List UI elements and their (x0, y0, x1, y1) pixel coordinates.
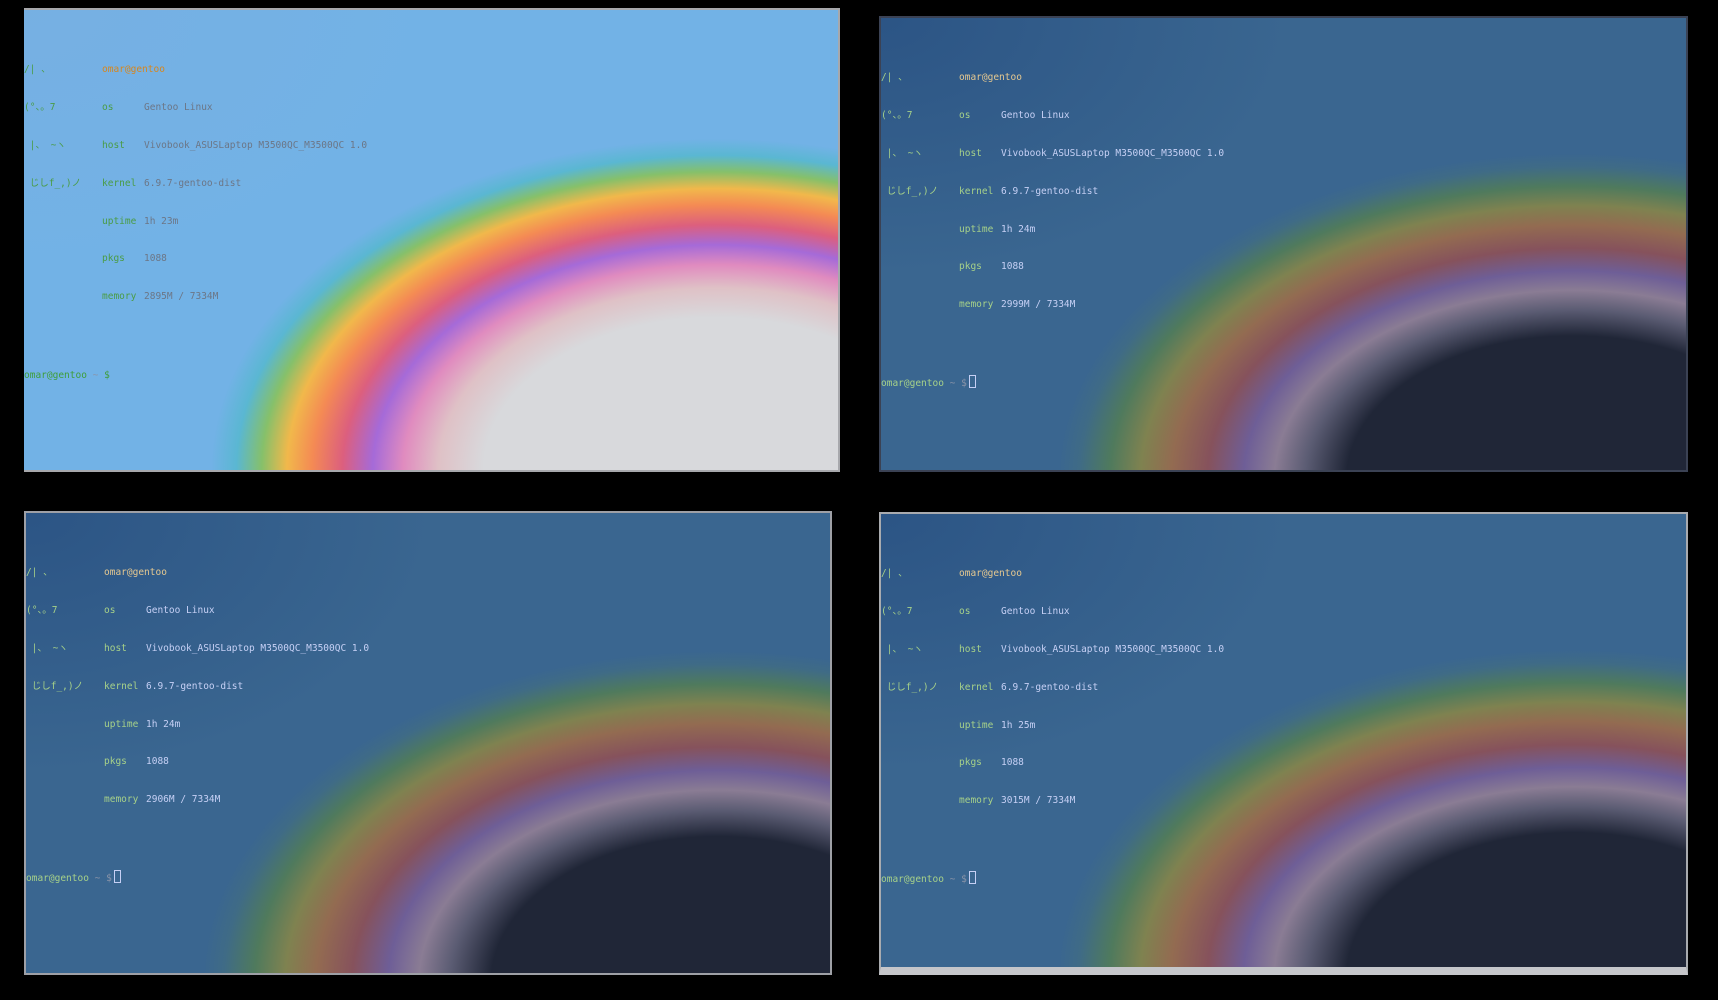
system-info: omar@gentoo os Gentoo Linux host Vivobook_… (104, 542, 369, 832)
info-row-os: os Gentoo Linux (959, 606, 1070, 618)
info-row-uptime: uptime 1h 24m (104, 718, 181, 730)
system-info: omar@gentoo os Gentoo Linux host Vivobook_… (959, 543, 1224, 833)
cursor-block (112, 367, 119, 380)
info-row-uptime: uptime 1h 23m (102, 215, 179, 227)
shell-prompt[interactable]: omar@gentoo ~ $ (26, 869, 369, 886)
terminal-output: /| 、 (°、。7 |、 ~ヽ じしf_,)ノ omar@gentoo os G… (26, 517, 369, 910)
info-row-host: host Vivobook_ASUSLaptop M3500QC_M3500QC … (102, 139, 368, 151)
gentoo-cat-ascii-logo: /| 、 (°、。7 |、 ~ヽ じしf_,)ノ (881, 72, 939, 197)
terminal-window-4[interactable]: /| 、 (°、。7 |、 ~ヽ じしf_,)ノ omar@gentoo os G… (879, 512, 1688, 975)
info-row-os: os Gentoo Linux (102, 102, 213, 114)
cursor-block (968, 374, 976, 388)
info-row-pkgs: pkgs 1088 (959, 261, 1024, 273)
terminal-output: /| 、 (°、。7 |、 ~ヽ じしf_,)ノ omar@gentoo os G… (24, 14, 367, 407)
terminal-window-1[interactable]: /| 、 (°、。7 |、 ~ヽ じしf_,)ノ omar@gentoo os G… (24, 8, 840, 472)
shell-prompt[interactable]: omar@gentoo ~ $ (881, 870, 1224, 887)
info-row-kernel: kernel 6.9.7-gentoo-dist (959, 681, 1099, 693)
cursor-block (968, 870, 976, 884)
shell-prompt[interactable]: omar@gentoo ~ $ (24, 367, 367, 383)
system-info: omar@gentoo os Gentoo Linux host Vivobook_… (959, 47, 1224, 337)
info-row-memory: memory 3015M / 7334M (959, 795, 1076, 807)
user-host-label: omar@gentoo (104, 567, 167, 579)
info-row-os: os Gentoo Linux (104, 605, 215, 617)
terminal-output: /| 、 (°、。7 |、 ~ヽ じしf_,)ノ omar@gentoo os G… (881, 518, 1224, 911)
shell-prompt[interactable]: omar@gentoo ~ $ (881, 374, 1224, 391)
info-row-uptime: uptime 1h 25m (959, 719, 1036, 731)
gentoo-cat-ascii-logo: /| 、 (°、。7 |、 ~ヽ じしf_,)ノ (24, 64, 82, 189)
user-host-label: omar@gentoo (959, 72, 1022, 84)
info-row-memory: memory 2895M / 7334M (102, 291, 219, 303)
terminal-window-3[interactable]: /| 、 (°、。7 |、 ~ヽ じしf_,)ノ omar@gentoo os G… (24, 511, 832, 975)
gentoo-cat-ascii-logo: /| 、 (°、。7 |、 ~ヽ じしf_,)ノ (26, 567, 84, 692)
info-row-host: host Vivobook_ASUSLaptop M3500QC_M3500QC … (959, 147, 1225, 159)
info-row-os: os Gentoo Linux (959, 110, 1070, 122)
info-row-uptime: uptime 1h 24m (959, 223, 1036, 235)
info-row-pkgs: pkgs 1088 (102, 253, 167, 265)
info-row-memory: memory 2906M / 7334M (104, 794, 221, 806)
system-info: omar@gentoo os Gentoo Linux host Vivobook_… (102, 39, 367, 329)
info-row-kernel: kernel 6.9.7-gentoo-dist (959, 185, 1099, 197)
terminal-output: /| 、 (°、。7 |、 ~ヽ じしf_,)ノ omar@gentoo os G… (881, 22, 1224, 415)
info-row-kernel: kernel 6.9.7-gentoo-dist (102, 177, 242, 189)
info-row-memory: memory 2999M / 7334M (959, 299, 1076, 311)
info-row-host: host Vivobook_ASUSLaptop M3500QC_M3500QC … (959, 643, 1225, 655)
info-row-host: host Vivobook_ASUSLaptop M3500QC_M3500QC … (104, 642, 370, 654)
cursor-block (113, 869, 121, 883)
user-host-label: omar@gentoo (959, 568, 1022, 580)
info-row-pkgs: pkgs 1088 (959, 757, 1024, 769)
desktop-screen: /| 、 (°、。7 |、 ~ヽ じしf_,)ノ omar@gentoo os G… (0, 0, 1718, 1000)
info-row-pkgs: pkgs 1088 (104, 756, 169, 768)
user-host-label: omar@gentoo (102, 64, 165, 76)
terminal-window-2[interactable]: /| 、 (°、。7 |、 ~ヽ じしf_,)ノ omar@gentoo os G… (879, 16, 1688, 472)
info-row-kernel: kernel 6.9.7-gentoo-dist (104, 680, 244, 692)
gentoo-cat-ascii-logo: /| 、 (°、。7 |、 ~ヽ じしf_,)ノ (881, 568, 939, 693)
